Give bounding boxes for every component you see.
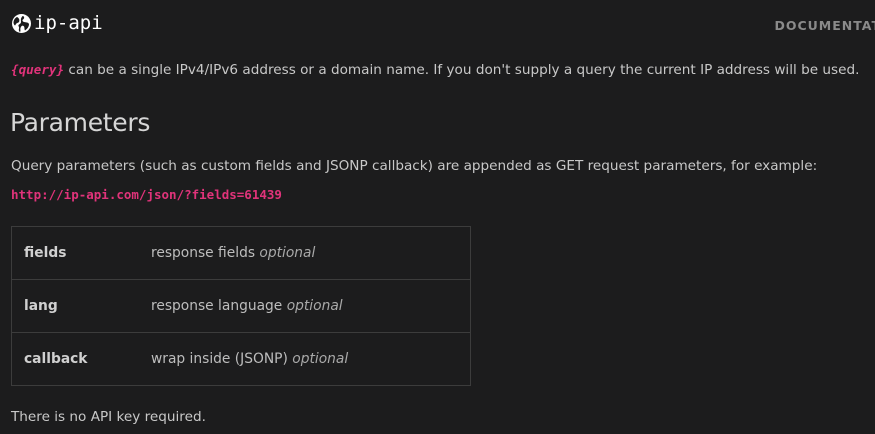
- parameters-description: Query parameters (such as custom fields …: [11, 158, 818, 174]
- intro-text: can be a single IPv4/IPv6 address or a d…: [64, 62, 860, 78]
- logo-text: ip-api: [34, 12, 103, 34]
- param-description-cell: response language optional: [151, 279, 471, 333]
- param-description: response fields: [151, 245, 256, 261]
- param-optional-flag: optional: [292, 351, 349, 367]
- param-name: fields: [24, 245, 67, 261]
- param-name: lang: [11, 279, 151, 333]
- param-name: callback: [11, 332, 151, 386]
- table-row: lang response language optional: [11, 279, 471, 333]
- section-title-parameters: Parameters: [10, 108, 151, 137]
- api-key-note: There is no API key required.: [11, 409, 206, 425]
- param-optional-flag: optional: [286, 298, 343, 314]
- parameters-table: fields response fields optional lang res…: [11, 226, 471, 386]
- table-row: fields response fields optional: [12, 227, 471, 280]
- example-url-link[interactable]: http://ip-api.com/json/?fields=61439: [11, 187, 282, 202]
- param-optional-flag: optional: [259, 245, 316, 261]
- param-description: response language: [151, 298, 283, 314]
- globe-icon: [11, 13, 32, 34]
- header: ip-api DOCUMENTAT: [0, 0, 875, 52]
- intro-paragraph: {query} can be a single IPv4/IPv6 addres…: [11, 62, 859, 78]
- table-row: callback wrap inside (JSONP) optional: [11, 332, 471, 386]
- param-description-cell: wrap inside (JSONP) optional: [151, 332, 471, 386]
- nav-documentation-link[interactable]: DOCUMENTAT: [774, 18, 875, 33]
- param-description: wrap inside (JSONP): [151, 351, 288, 367]
- query-tag: {query}: [11, 62, 65, 77]
- param-description-cell: response fields optional: [151, 227, 471, 280]
- logo-link[interactable]: ip-api: [11, 12, 103, 34]
